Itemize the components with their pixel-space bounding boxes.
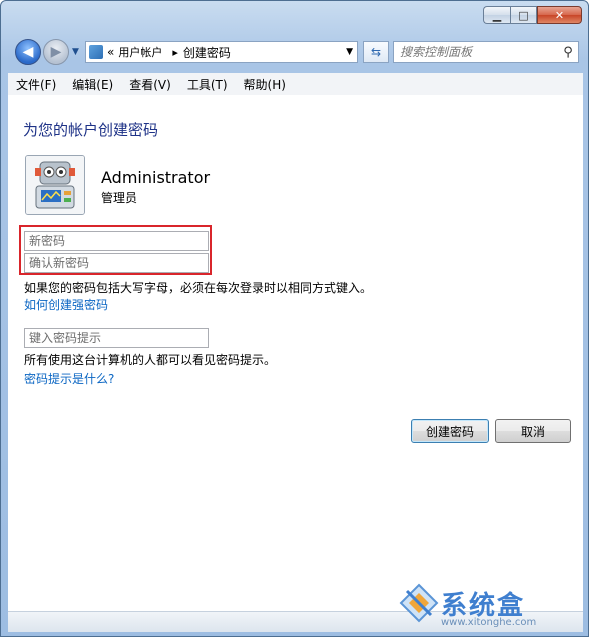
watermark: 系统盒 www.xitonghe.com: [399, 581, 579, 631]
breadcrumb-separator-icon[interactable]: ▸: [172, 46, 178, 59]
menu-view[interactable]: 查看(V): [121, 76, 179, 93]
breadcrumb-item-create-password[interactable]: 创建密码: [183, 44, 231, 61]
menu-edit[interactable]: 编辑(E): [64, 76, 121, 93]
content-pane: 为您的帐户创建密码 Administrator 管理员 如果您的密码包括大写字母…: [8, 95, 583, 629]
menu-tools[interactable]: 工具(T): [179, 76, 236, 93]
watermark-logo-icon: [399, 583, 439, 623]
forward-button[interactable]: ▶: [43, 39, 69, 65]
address-dropdown-icon[interactable]: ▼: [346, 47, 353, 57]
menu-bar: 文件(F) 编辑(E) 查看(V) 工具(T) 帮助(H): [8, 73, 583, 96]
back-button[interactable]: ◀: [15, 39, 41, 65]
password-hint-field[interactable]: [24, 328, 209, 348]
minimize-button[interactable]: ▁: [483, 6, 510, 24]
search-box[interactable]: ⚲: [393, 41, 579, 63]
recent-pages-dropdown-icon[interactable]: ▼: [72, 47, 79, 57]
user-role: 管理员: [101, 191, 138, 205]
menu-file[interactable]: 文件(F): [8, 76, 64, 93]
strong-password-link[interactable]: 如何创建强密码: [24, 296, 108, 313]
confirm-password-field[interactable]: [24, 253, 209, 273]
search-input[interactable]: [394, 44, 558, 60]
robot-avatar-icon: [26, 156, 84, 214]
user-name: Administrator: [101, 168, 211, 187]
navigation-bar: ◀ ▶ ▼ « 用户帐户 ▸ 创建密码 ▼ ⇆ ⚲: [15, 37, 582, 69]
window-frame: ▁ □ ✕ ◀ ▶ ▼ « 用户帐户 ▸ 创建密码 ▼ ⇆ ⚲ 文件(F) 编辑…: [0, 0, 589, 637]
new-password-field[interactable]: [24, 231, 209, 251]
cancel-button[interactable]: 取消: [495, 419, 571, 443]
menu-help[interactable]: 帮助(H): [236, 76, 294, 93]
page-title: 为您的帐户创建密码: [23, 121, 159, 139]
password-hint-link[interactable]: 密码提示是什么?: [24, 370, 114, 387]
case-sensitivity-note: 如果您的密码包括大写字母，必须在每次登录时以相同方式键入。: [24, 281, 373, 295]
hint-visibility-note: 所有使用这台计算机的人都可以看见密码提示。: [24, 353, 277, 367]
close-button[interactable]: ✕: [537, 6, 582, 24]
caption-buttons: ▁ □ ✕: [483, 6, 582, 24]
maximize-button[interactable]: □: [510, 6, 537, 24]
refresh-button[interactable]: ⇆: [363, 41, 389, 63]
address-bar[interactable]: « 用户帐户 ▸ 创建密码 ▼: [85, 41, 358, 63]
user-avatar: [25, 155, 85, 215]
watermark-url: www.xitonghe.com: [441, 617, 537, 628]
create-password-button[interactable]: 创建密码: [411, 419, 489, 443]
breadcrumb-item-user-accounts[interactable]: 用户帐户: [118, 44, 162, 60]
search-icon[interactable]: ⚲: [558, 45, 578, 60]
breadcrumb-prefix[interactable]: «: [107, 45, 114, 59]
refresh-icon: ⇆: [370, 45, 382, 59]
control-panel-icon: [89, 45, 103, 59]
